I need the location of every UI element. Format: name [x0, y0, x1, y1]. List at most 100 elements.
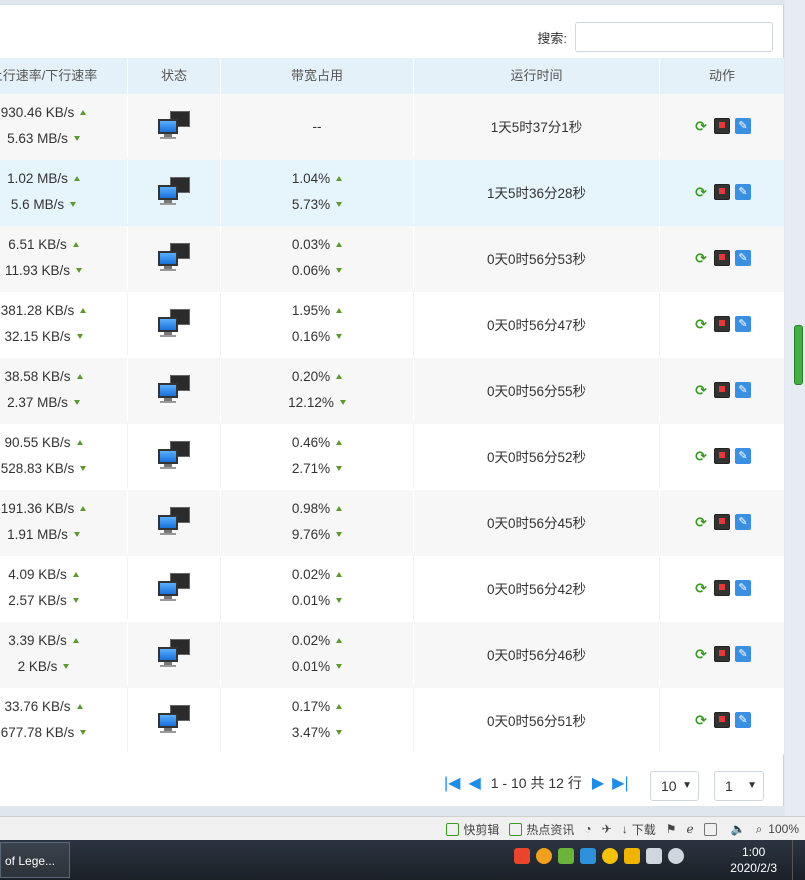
table-row[interactable]: 930.46 KB/s 5.63 MB/s -- 1天5时37分1秒 ⟳ ✎ — [0, 94, 784, 160]
column-header-bandwidth[interactable]: 带宽占用 — [221, 58, 414, 94]
stop-icon[interactable] — [714, 448, 730, 464]
page-info: 1 - 10 共 12 行 — [490, 775, 582, 791]
edit-icon[interactable]: ✎ — [735, 382, 751, 398]
edit-icon[interactable]: ✎ — [735, 250, 751, 266]
refresh-icon[interactable]: ⟳ — [693, 184, 709, 200]
chevron-down-icon: ▼ — [682, 780, 692, 791]
download-button[interactable]: ↓ 下载 — [622, 821, 656, 838]
bandwidth-up: 0.02% — [292, 628, 343, 654]
table-row[interactable]: 191.36 KB/s 1.91 MB/s 0.98% 9.76% 0天0时56… — [0, 490, 784, 556]
window-button[interactable] — [703, 822, 721, 836]
stop-icon[interactable] — [714, 184, 730, 200]
refresh-icon[interactable]: ⟳ — [693, 382, 709, 398]
nvidia-icon[interactable] — [558, 848, 574, 864]
stop-icon[interactable] — [714, 712, 730, 728]
chat-tray-icon[interactable] — [624, 848, 640, 864]
volume-icon[interactable] — [668, 848, 684, 864]
ie-button[interactable]: ℯ — [687, 822, 694, 836]
edit-icon[interactable]: ✎ — [735, 184, 751, 200]
tool-button[interactable]: ✈ — [602, 822, 612, 836]
clock[interactable]: 1:00 2020/2/3 — [730, 844, 777, 876]
taskbar-app-button[interactable]: of Lege... — [0, 842, 70, 878]
ie-icon: ℯ — [686, 822, 694, 836]
volume-button[interactable]: 🔈 — [731, 822, 746, 836]
actions-cell: ⟳ ✎ — [660, 94, 784, 158]
search-input[interactable] — [575, 22, 773, 52]
qq-icon[interactable] — [602, 848, 618, 864]
table-row[interactable]: 4.09 KB/s 2.57 KB/s 0.02% 0.01% 0天0时56分4… — [0, 556, 784, 622]
flag-button[interactable]: ⚑ — [666, 822, 677, 836]
bandwidth-cell: 0.02% 0.01% — [221, 556, 414, 620]
bandwidth-up: 0.02% — [292, 562, 343, 588]
stop-icon[interactable] — [714, 250, 730, 266]
bandwidth-down: 0.01% — [292, 654, 343, 680]
column-header-status[interactable]: 状态 — [128, 58, 221, 94]
edit-icon[interactable]: ✎ — [735, 580, 751, 596]
refresh-icon[interactable]: ⟳ — [693, 514, 709, 530]
table-row[interactable]: 381.28 KB/s 32.15 KB/s 1.95% 0.16% 0天0时5… — [0, 292, 784, 358]
scrollbar-thumb[interactable] — [794, 325, 803, 385]
hot-news-button[interactable]: 热点资讯 — [509, 821, 574, 838]
download-speed: 1.91 MB/s — [7, 522, 80, 548]
stop-icon[interactable] — [714, 514, 730, 530]
vertical-scrollbar[interactable] — [785, 0, 805, 816]
table-row[interactable]: 90.55 KB/s 528.83 KB/s 0.46% 2.71% 0天0时5… — [0, 424, 784, 490]
zoom-button[interactable]: ⌕ 100% — [756, 822, 799, 837]
refresh-icon[interactable]: ⟳ — [693, 118, 709, 134]
stop-icon[interactable] — [714, 118, 730, 134]
refresh-icon[interactable]: ⟳ — [693, 250, 709, 266]
bandwidth-down: 0.16% — [291, 324, 343, 350]
table-row[interactable]: 1.02 MB/s 5.6 MB/s 1.04% 5.73% 1天5时36分28… — [0, 160, 784, 226]
refresh-icon[interactable]: ⟳ — [693, 316, 709, 332]
runtime-value: 0天0时56分53秒 — [486, 252, 587, 267]
show-desktop-button[interactable] — [792, 840, 805, 880]
quick-edit-button[interactable]: 快剪辑 — [446, 821, 499, 838]
page-number-select[interactable]: 1 ▼ — [714, 771, 764, 801]
page-size-select[interactable]: 10 ▼ — [650, 771, 699, 801]
network-tray-icon[interactable] — [580, 848, 596, 864]
column-header-speed[interactable]: 上行速率/下行速率 — [0, 58, 128, 94]
edit-icon[interactable]: ✎ — [735, 316, 751, 332]
bandwidth-down-value: 9.76% — [291, 527, 331, 542]
first-page-icon[interactable]: |◀ — [444, 773, 460, 793]
table-row[interactable]: 3.39 KB/s 2 KB/s 0.02% 0.01% 0天0时56分46秒 … — [0, 622, 784, 688]
table-row[interactable]: 38.58 KB/s 2.37 MB/s 0.20% 12.12% 0天0时56… — [0, 358, 784, 424]
prev-page-icon[interactable]: ◀ — [468, 773, 480, 793]
magnifier-icon: ⌕ — [755, 821, 763, 836]
bandwidth-up-value: 0.20% — [291, 369, 331, 384]
edit-icon[interactable]: ✎ — [735, 514, 751, 530]
last-page-icon[interactable]: ▶| — [612, 773, 628, 793]
edit-icon[interactable]: ✎ — [735, 448, 751, 464]
computer-status-icon — [158, 309, 190, 339]
computer-status-icon — [158, 441, 190, 471]
sogou-icon[interactable] — [514, 848, 530, 864]
edit-icon[interactable]: ✎ — [735, 118, 751, 134]
refresh-icon[interactable]: ⟳ — [693, 646, 709, 662]
arrow-down-icon — [336, 729, 343, 735]
refresh-icon[interactable]: ⟳ — [693, 580, 709, 596]
arrow-down-icon — [76, 333, 83, 339]
arrow-up-icon — [80, 505, 87, 511]
computer-status-icon — [158, 573, 190, 603]
refresh-icon[interactable]: ⟳ — [693, 448, 709, 464]
news-icon — [509, 822, 523, 836]
column-header-runtime[interactable]: 运行时间 — [414, 58, 660, 94]
table-row[interactable]: 6.51 KB/s 11.93 KB/s 0.03% 0.06% 0天0时56分… — [0, 226, 784, 292]
app-tray-icon[interactable] — [536, 848, 552, 864]
bandwidth-down-value: 0.16% — [291, 329, 331, 344]
edit-icon[interactable]: ✎ — [735, 646, 751, 662]
stop-icon[interactable] — [714, 382, 730, 398]
network-icon[interactable] — [646, 848, 662, 864]
stop-icon[interactable] — [714, 580, 730, 596]
table-row[interactable]: 33.76 KB/s 677.78 KB/s 0.17% 3.47% 0天0时5… — [0, 688, 784, 754]
next-page-icon[interactable]: ▶ — [592, 773, 604, 793]
stop-icon[interactable] — [714, 646, 730, 662]
runtime-cell: 0天0时56分47秒 — [414, 292, 660, 356]
flag-icon: ⚑ — [665, 822, 677, 836]
edit-icon[interactable]: ✎ — [735, 712, 751, 728]
speed-button[interactable]: ◔ — [584, 822, 591, 836]
speed-cell: 381.28 KB/s 32.15 KB/s — [0, 292, 128, 356]
stop-icon[interactable] — [714, 316, 730, 332]
arrow-up-icon — [336, 307, 343, 313]
refresh-icon[interactable]: ⟳ — [693, 712, 709, 728]
